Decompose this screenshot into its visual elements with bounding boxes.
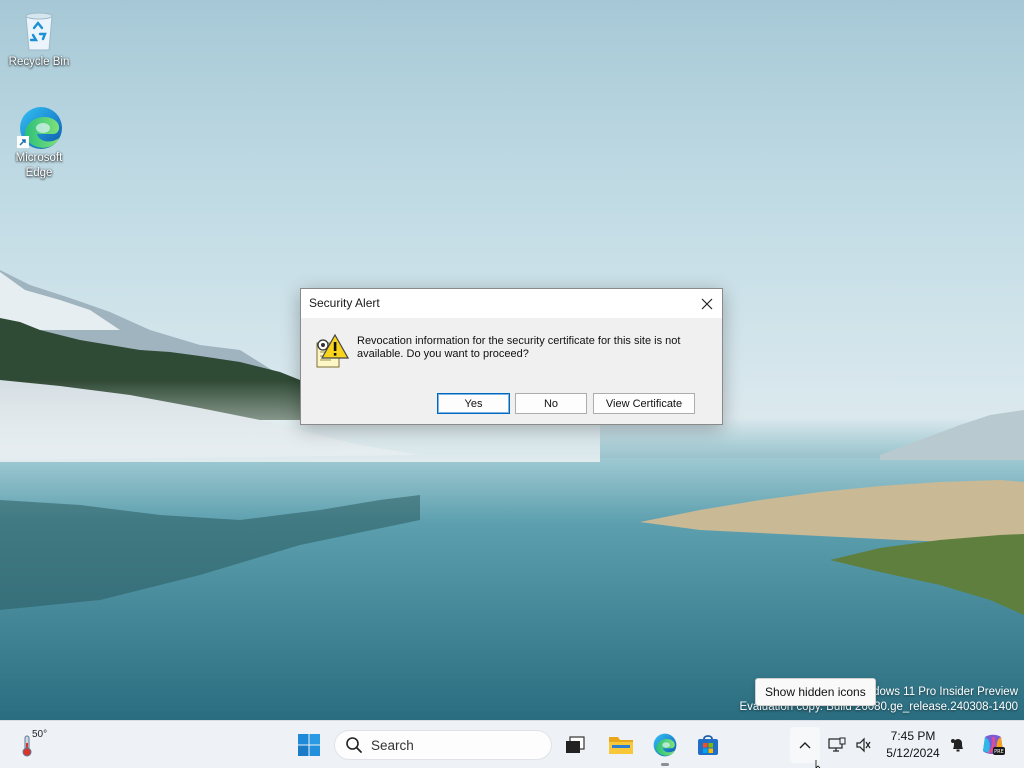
close-button[interactable] bbox=[692, 289, 722, 318]
file-explorer-icon bbox=[609, 737, 633, 754]
dialog-title: Security Alert bbox=[309, 296, 380, 310]
svg-text:PRE: PRE bbox=[994, 749, 1004, 755]
dialog-titlebar[interactable]: Security Alert bbox=[301, 289, 722, 318]
chevron-up-icon bbox=[799, 742, 811, 749]
mouse-cursor-icon bbox=[815, 760, 821, 768]
taskbar: 50° Search 7:45 PM 5/12/2024 PRE bbox=[0, 720, 1024, 768]
show-hidden-icons-button[interactable] bbox=[790, 727, 820, 763]
notification-button[interactable] bbox=[948, 721, 968, 768]
close-icon bbox=[701, 298, 713, 309]
weather-widget[interactable]: 50° bbox=[14, 721, 54, 768]
clock-time: 7:45 PM bbox=[890, 729, 936, 743]
weather-temperature: 50° bbox=[32, 729, 48, 740]
volume-icon bbox=[856, 737, 871, 753]
volume-button[interactable] bbox=[852, 721, 874, 768]
microsoft-store-icon bbox=[698, 735, 718, 755]
start-icon bbox=[298, 734, 320, 756]
desktop-icon-recycle-bin[interactable]: Recycle Bin bbox=[1, 8, 77, 70]
notification-icon bbox=[951, 739, 963, 752]
dialog-message: Revocation information for the security … bbox=[357, 335, 681, 360]
view-certificate-button[interactable]: View Certificate bbox=[593, 393, 695, 414]
recycle-bin-icon bbox=[17, 8, 61, 52]
network-icon bbox=[828, 737, 846, 752]
search-icon bbox=[346, 737, 362, 753]
copilot-button[interactable]: PRE bbox=[978, 721, 1008, 768]
microsoft-store-button[interactable] bbox=[691, 721, 725, 768]
taskbar-search-box[interactable]: Search bbox=[334, 730, 552, 760]
yes-button[interactable]: Yes bbox=[437, 393, 510, 414]
no-button[interactable]: No bbox=[515, 393, 587, 414]
task-view-icon bbox=[566, 736, 585, 753]
edge-icon bbox=[17, 104, 62, 149]
system-clock[interactable]: 7:45 PM 5/12/2024 bbox=[878, 728, 948, 762]
edge-taskbar-button[interactable] bbox=[648, 721, 682, 768]
shortcut-arrow-icon bbox=[17, 136, 29, 148]
start-button[interactable] bbox=[290, 721, 328, 768]
search-placeholder: Search bbox=[371, 737, 414, 753]
security-alert-dialog: Security Alert Revocation information fo… bbox=[300, 288, 723, 425]
running-indicator bbox=[661, 763, 669, 766]
file-explorer-button[interactable] bbox=[604, 721, 638, 768]
copilot-icon: PRE bbox=[983, 734, 1005, 755]
clock-date: 5/12/2024 bbox=[886, 746, 940, 760]
task-view-button[interactable] bbox=[560, 721, 590, 768]
security-warning-icon bbox=[315, 333, 350, 369]
show-hidden-icons-tooltip: Show hidden icons bbox=[755, 678, 876, 706]
desktop-icon-microsoft-edge[interactable]: Microsoft Edge bbox=[1, 104, 77, 181]
microsoft-edge-label: Microsoft Edge bbox=[15, 152, 63, 179]
edge-icon bbox=[653, 733, 677, 757]
network-button[interactable] bbox=[825, 721, 849, 768]
recycle-bin-label: Recycle Bin bbox=[8, 56, 70, 68]
